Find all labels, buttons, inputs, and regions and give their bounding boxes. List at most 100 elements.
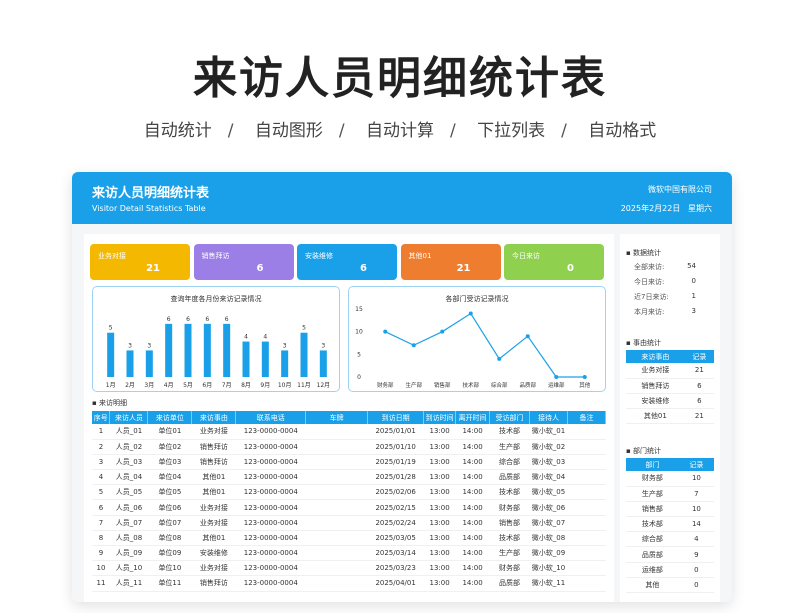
table-cell: 8	[92, 530, 110, 547]
table-cell: 14:00	[455, 439, 490, 455]
table-row: 5 人员_05 单位05 其他01 123-0000-0004 2025/02/06 13:…	[92, 484, 606, 501]
dept-row: 技术部 14	[626, 516, 714, 533]
table-cell: 13:00	[423, 560, 456, 577]
table-cell	[567, 515, 606, 531]
bar	[145, 350, 153, 377]
data-point	[554, 375, 559, 379]
reason-cell: 6	[684, 393, 714, 410]
bar	[203, 323, 211, 377]
table-cell: 14:00	[455, 424, 490, 440]
table-cell: 13:00	[423, 439, 456, 455]
dept-cell: 4	[678, 531, 714, 548]
table-cell: 业务对接	[191, 424, 236, 440]
column-header: 序号	[92, 411, 111, 424]
table-row: 4 人员_04 单位04 其他01 123-0000-0004 2025/01/28 13:…	[92, 469, 606, 486]
bar	[281, 350, 289, 377]
table-cell: 微小软_08	[529, 530, 568, 547]
bar-value-label: 3	[128, 342, 132, 349]
card-label: 其他01	[408, 252, 432, 260]
stat-row: 全部来访: 54	[626, 262, 714, 277]
bar-value-label: 6	[225, 316, 229, 323]
table-cell: 123-0000-0004	[235, 469, 306, 486]
weekday: 星期六	[688, 204, 712, 213]
reason-cell: 21	[684, 363, 714, 379]
bar-value-label: 6	[186, 316, 190, 323]
table-cell: 2025/01/10	[367, 439, 424, 455]
x-tick-label: 4月	[164, 382, 174, 389]
table-cell: 13:00	[423, 469, 456, 486]
x-tick-label: 综合部	[491, 381, 508, 389]
table-cell: 单位04	[147, 469, 192, 486]
table-cell: 3	[92, 454, 110, 471]
x-tick-label: 12月	[317, 382, 331, 389]
reason-row: 业务对接 21	[626, 363, 714, 379]
table-cell: 11	[92, 575, 110, 592]
dept-cell: 财务部	[626, 471, 679, 487]
table-cell: 其他01	[191, 484, 236, 501]
table-cell: 人员_02	[109, 439, 148, 455]
hero-title: 来访人员明细统计表	[193, 53, 607, 104]
table-cell: 其他01	[191, 469, 236, 486]
table-cell: 123-0000-0004	[235, 560, 306, 577]
dept-cell: 0	[678, 562, 714, 578]
table-cell: 生产部	[489, 439, 530, 455]
dept-cell: 10	[678, 501, 714, 518]
detail-section-label: ▪ 来访明细	[92, 399, 127, 407]
table-cell: 123-0000-0004	[235, 454, 306, 471]
y-tick-label: 0	[357, 374, 361, 381]
table-cell: 微小软_03	[529, 454, 568, 471]
table-cell: 微小软_10	[529, 560, 568, 577]
table-cell	[305, 575, 368, 592]
table-cell: 人员_11	[109, 575, 148, 592]
table-cell	[567, 530, 606, 547]
column-header: 车牌	[305, 411, 369, 424]
x-tick-label: 11月	[297, 382, 311, 389]
side-panel: ▪ 数据统计 全部来访: 54 今日来访: 0 近7日来访: 1 本月来访: 3 ▪ 事由统计…	[620, 234, 720, 602]
column-header: 受访部门	[489, 411, 530, 424]
table-cell: 单位08	[147, 530, 192, 547]
x-tick-label: 品质部	[519, 381, 536, 389]
table-cell: 123-0000-0004	[235, 545, 306, 562]
table-cell	[567, 575, 606, 592]
x-tick-label: 6月	[202, 382, 212, 389]
table-cell	[567, 545, 606, 562]
column-header: 到访日期	[367, 411, 425, 424]
x-tick-label: 1月	[106, 382, 116, 389]
table-cell: 技术部	[489, 424, 530, 440]
table-cell: 业务对接	[191, 560, 236, 577]
table-cell: 2025/02/24	[367, 515, 424, 531]
data-point	[468, 311, 473, 316]
table-cell: 14:00	[455, 560, 490, 577]
table-cell: 14:00	[455, 530, 490, 547]
card-value: 21	[456, 263, 471, 274]
table-cell: 技术部	[489, 530, 530, 547]
dept-stats-table: 部门 记录 财务部 10 生产部 7 销售部 10 技术部 14 综合部 4 品质部 9 运维部 0 其他 0	[626, 458, 714, 594]
table-cell: 业务对接	[191, 499, 236, 516]
x-tick-label: 3月	[144, 382, 154, 389]
data-point	[383, 329, 388, 334]
company-name: 微软中国有限公司	[648, 185, 712, 194]
feature-row: 自动统计 / 自动图形 / 自动计算 / 下拉列表 / 自动格式	[0, 116, 800, 141]
table-cell: 微小软_06	[529, 499, 568, 516]
table-cell: 微小软_01	[529, 424, 568, 440]
column-header: 联系电话	[235, 411, 307, 424]
x-tick-label: 8月	[241, 382, 251, 389]
x-tick-label: 财务部	[377, 381, 394, 389]
bar-value-label: 5	[302, 325, 306, 332]
table-cell: 2025/03/14	[367, 545, 424, 562]
stat-row: 今日来访: 0	[626, 277, 714, 292]
table-cell: 13:00	[423, 515, 456, 531]
reason-cell: 业务对接	[626, 363, 685, 379]
dept-cell: 其他	[626, 577, 679, 594]
table-cell: 2025/02/06	[367, 484, 424, 501]
table-cell: 123-0000-0004	[235, 530, 306, 547]
table-cell	[567, 439, 606, 455]
feature-auto-stats: 自动统计	[143, 121, 212, 141]
bar	[107, 332, 115, 377]
card-label: 业务对接	[98, 252, 126, 260]
bar-value-label: 4	[263, 334, 267, 341]
dept-cell: 7	[678, 486, 714, 502]
table-cell: 123-0000-0004	[235, 515, 306, 531]
dept-row: 生产部 7	[626, 486, 714, 502]
stat-value: 1	[691, 292, 696, 300]
